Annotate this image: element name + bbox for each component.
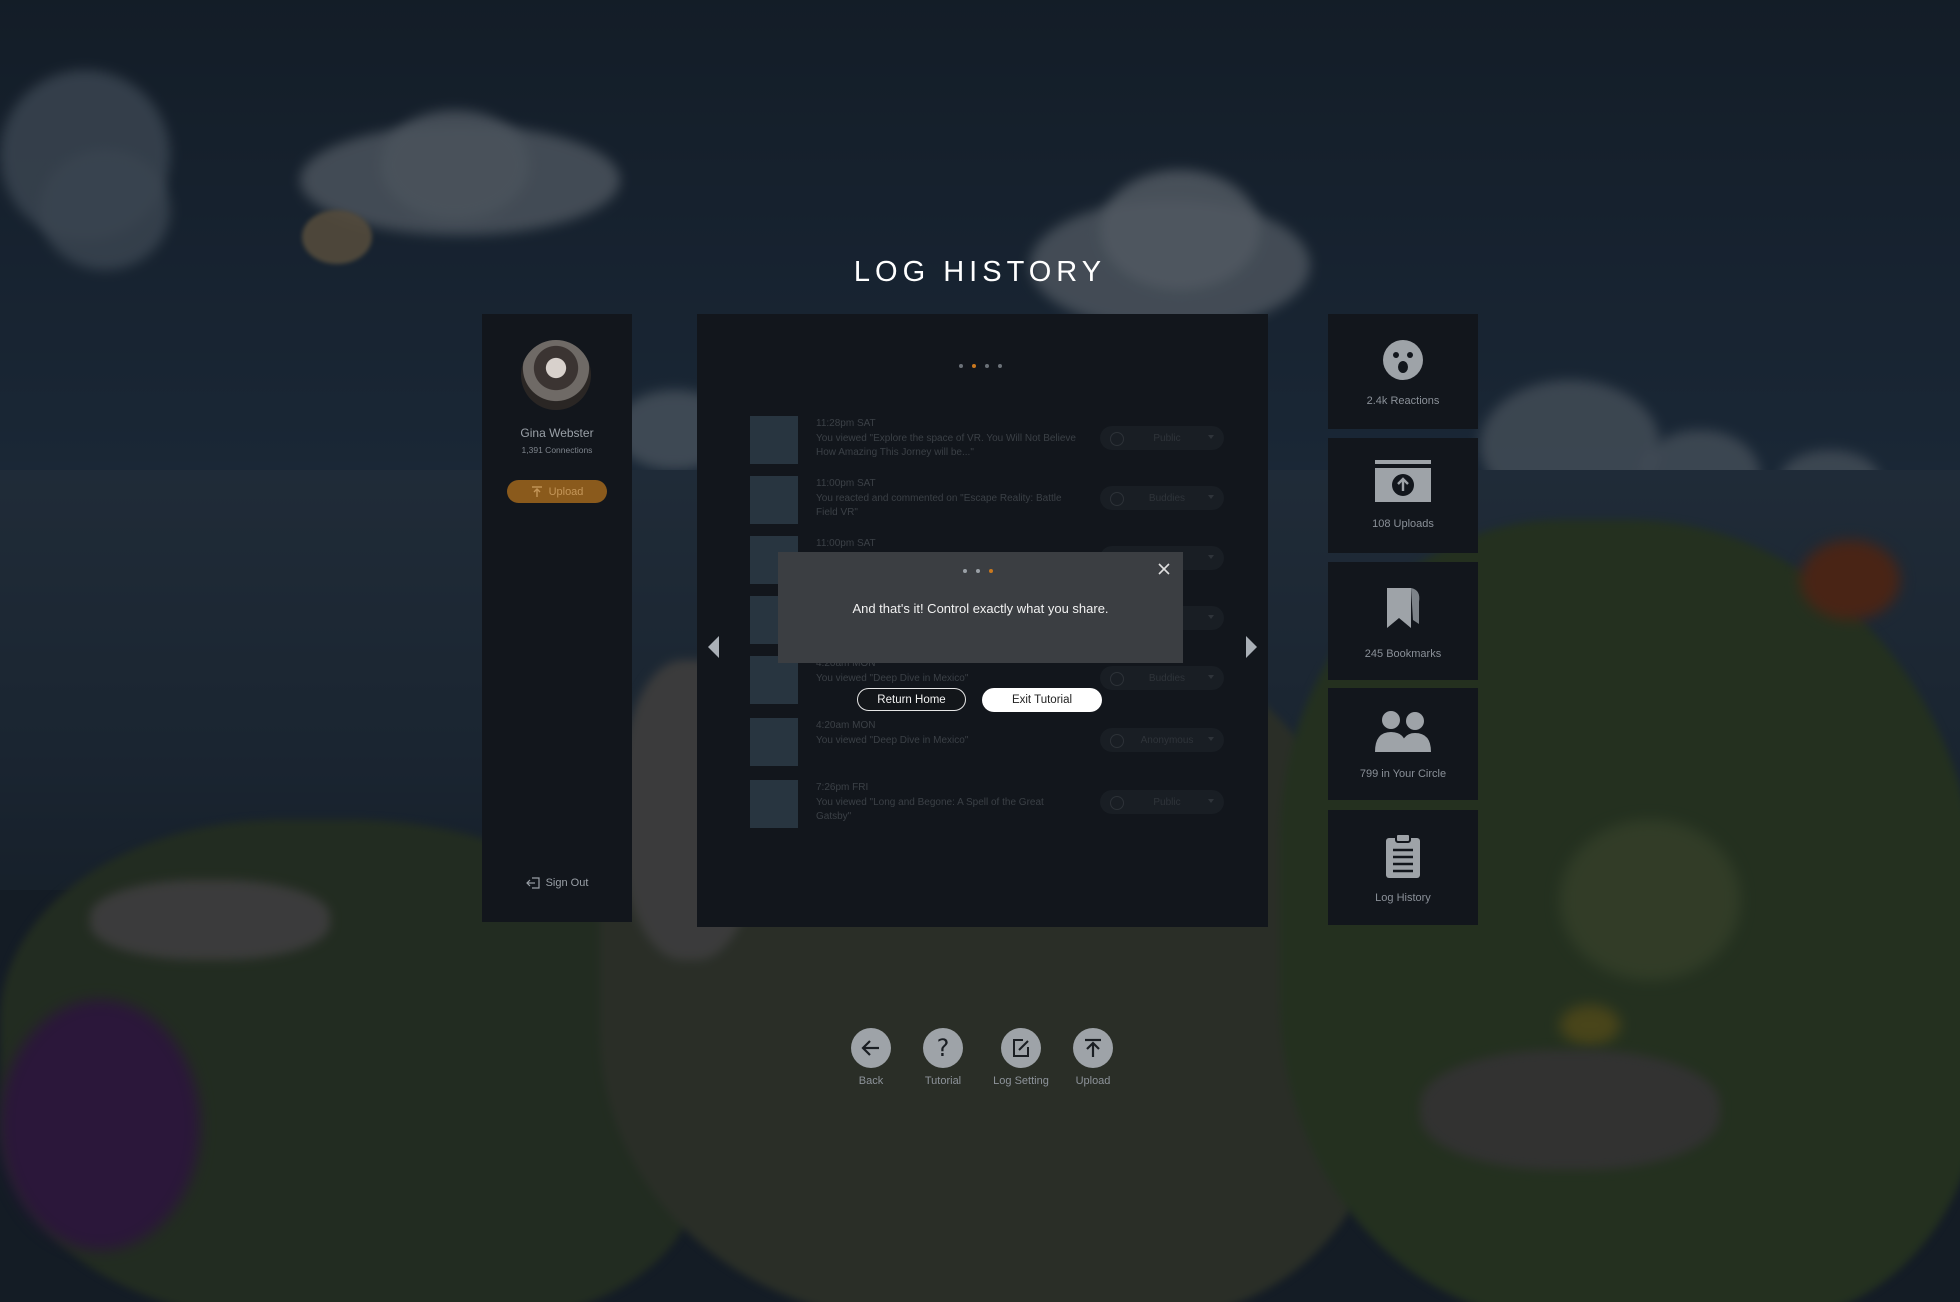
chevron-down-icon [1208,737,1214,741]
log-text: You viewed "Long and Begone: A Spell of … [816,797,1044,822]
stat-uploads-label: 108 Uploads [1372,518,1434,530]
log-entry[interactable]: 7:26pm FRI You viewed "Long and Begone: … [750,780,1230,830]
stat-uploads[interactable]: 108 Uploads [1328,438,1478,553]
privacy-dropdown[interactable]: Buddies [1100,666,1224,690]
log-text: You viewed "Explore the space of VR. You… [816,433,1076,458]
sign-out-label: Sign Out [545,877,589,889]
privacy-label: Buddies [1148,672,1186,684]
globe-icon [1110,796,1124,810]
tutorial-dialog: And that's it! Control exactly what you … [778,552,1183,663]
log-entry[interactable]: 4:20am MON You viewed "Deep Dive in Mexi… [750,718,1230,768]
privacy-label: Buddies [1148,492,1186,504]
step-dot [963,569,967,573]
close-icon[interactable] [1155,560,1173,578]
page-title: LOG HISTORY [853,256,1107,288]
page-indicator [959,364,1002,368]
log-text: You viewed "Deep Dive in Mexico" [816,735,969,746]
upload-arrow-icon [1085,1038,1101,1057]
profile-connections: 1,391 Connections [521,445,593,455]
stat-log-history[interactable]: Log History [1328,810,1478,925]
log-thumbnail [750,476,798,524]
privacy-dropdown[interactable]: Public [1100,790,1224,814]
people-icon [1375,711,1431,752]
chevron-down-icon [1208,799,1214,803]
stat-bookmarks[interactable]: 245 Bookmarks [1328,562,1478,680]
tutorial-step-indicator [963,569,993,573]
toolbar-upload-label: Upload [1075,1075,1111,1087]
avatar[interactable] [521,340,591,410]
privacy-label: Public [1153,432,1181,444]
log-time: 11:00pm SAT [816,478,876,489]
chevron-down-icon [1208,435,1214,439]
log-setting-circle[interactable] [1001,1028,1041,1068]
step-dot [976,569,980,573]
toolbar-upload-circle[interactable] [1073,1028,1113,1068]
stat-reactions[interactable]: 2.4k Reactions [1328,314,1478,429]
stat-bookmarks-label: 245 Bookmarks [1364,648,1442,660]
question-mark-icon: ? [936,1034,950,1062]
log-setting-label: Log Setting [993,1075,1049,1087]
page-dot[interactable] [998,364,1002,368]
back-label: Back [858,1075,884,1087]
buddies-icon [1110,492,1124,506]
chevron-down-icon [1208,495,1214,499]
privacy-label: Public [1153,796,1181,808]
return-home-button[interactable]: Return Home [857,688,966,711]
upload-icon [531,485,542,497]
tutorial-circle[interactable]: ? [923,1028,963,1068]
log-thumbnail [750,656,798,704]
stat-reactions-label: 2.4k Reactions [1366,395,1440,407]
upload-button-label: Upload [548,485,584,498]
log-text: You viewed "Deep Dive in Mexico" [816,673,969,684]
log-time: 4:20am MON [816,720,876,731]
previous-arrow-icon[interactable] [708,636,719,658]
privacy-dropdown[interactable]: Buddies [1100,486,1224,510]
log-thumbnail [750,718,798,766]
stat-circle-label: 799 in Your Circle [1359,768,1447,780]
tutorial-message: And that's it! Control exactly what you … [852,601,1109,616]
privacy-dropdown[interactable]: Anonymous [1100,728,1224,752]
toolbar-upload-button[interactable]: Upload [1053,1028,1133,1087]
anonymous-icon [1110,734,1124,748]
log-time: 11:00pm SAT [816,538,876,549]
globe-icon [1110,432,1124,446]
log-thumbnail [750,780,798,828]
log-time: 11:28pm SAT [816,418,876,429]
log-time: 7:26pm FRI [816,782,869,793]
page-dot[interactable] [959,364,963,368]
arrow-left-icon [861,1040,879,1056]
reaction-face-icon [1383,340,1423,380]
tutorial-label: Tutorial [924,1075,962,1087]
sign-out-button[interactable]: Sign Out [482,877,632,889]
log-text: You reacted and commented on "Escape Rea… [816,493,1062,518]
sign-out-icon [525,877,540,889]
log-thumbnail [750,416,798,464]
bookmark-icon [1387,588,1420,628]
chevron-down-icon [1208,675,1214,679]
back-circle[interactable] [851,1028,891,1068]
stat-circle[interactable]: 799 in Your Circle [1328,688,1478,800]
exit-tutorial-button[interactable]: Exit Tutorial [982,688,1102,712]
log-entry[interactable]: 11:28pm SAT You viewed "Explore the spac… [750,416,1230,466]
buddies-icon [1110,672,1124,686]
log-entry[interactable]: 11:00pm SAT You reacted and commented on… [750,476,1230,526]
page-dot[interactable] [985,364,989,368]
next-arrow-icon[interactable] [1246,636,1257,658]
stat-log-history-label: Log History [1375,892,1431,904]
back-button[interactable]: Back [831,1028,911,1087]
clipboard-icon [1386,833,1420,878]
privacy-label: Anonymous [1140,734,1194,746]
tutorial-button[interactable]: ? Tutorial [903,1028,983,1087]
upload-button[interactable]: Upload [507,480,607,503]
edit-note-icon [1013,1039,1029,1057]
profile-panel: Gina Webster 1,391 Connections Upload Si… [482,314,632,922]
log-setting-button[interactable]: Log Setting [981,1028,1061,1087]
privacy-dropdown[interactable]: Public [1100,426,1224,450]
step-dot-active [989,569,993,573]
profile-name: Gina Webster [520,426,594,440]
page-dot-active[interactable] [972,364,976,368]
chevron-down-icon [1208,555,1214,559]
chevron-down-icon [1208,615,1214,619]
upload-box-icon [1375,460,1431,502]
